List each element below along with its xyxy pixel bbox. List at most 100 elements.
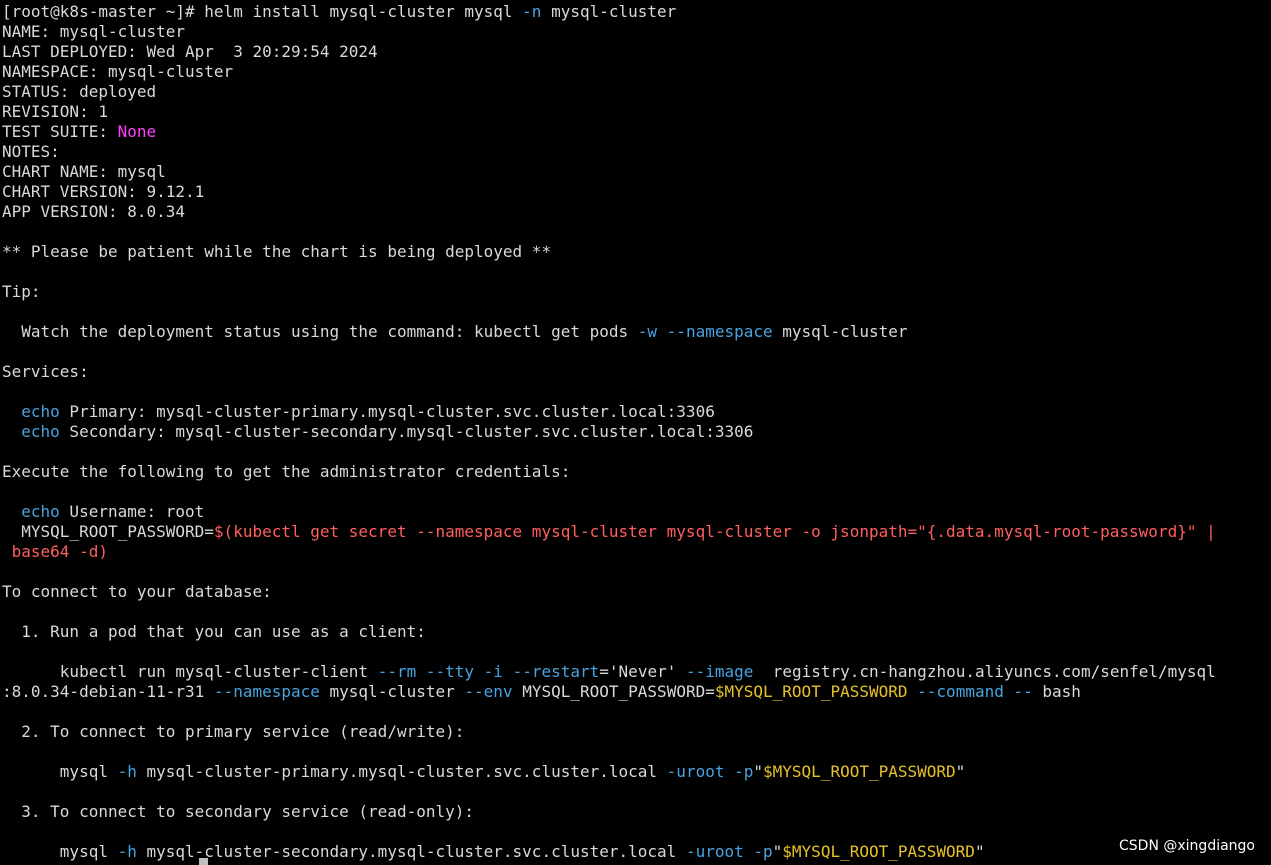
- terminal-line: MYSQL_ROOT_PASSWORD=$(kubectl get secret…: [2, 522, 1216, 542]
- terminal-text-segment: --rm: [377, 662, 417, 681]
- terminal-text-segment: --restart: [512, 662, 600, 681]
- terminal-line: CHART VERSION: 9.12.1: [2, 182, 204, 202]
- terminal-line: kubectl run mysql-cluster-client --rm --…: [2, 662, 1216, 682]
- terminal-text-segment: 3. To connect to secondary service (read…: [2, 802, 475, 821]
- terminal-text-segment: Services:: [2, 362, 89, 381]
- terminal-text-segment: -uroot: [685, 842, 744, 861]
- terminal-text-segment: --tty: [425, 662, 475, 681]
- terminal-text-segment: bash: [1032, 682, 1081, 701]
- terminal-text-segment: NOTES:: [2, 142, 60, 161]
- terminal-line: echo Secondary: mysql-cluster-secondary.…: [2, 422, 753, 442]
- terminal-text-segment: Watch the deployment status using the co…: [2, 322, 638, 341]
- terminal-text-segment: --namespace: [213, 682, 320, 701]
- terminal-text-segment: --image: [685, 662, 754, 681]
- terminal-text-segment: Tip:: [2, 282, 41, 301]
- terminal-text-segment: 2. To connect to primary service (read/w…: [2, 722, 465, 741]
- terminal-line: [root@k8s-master ~]# helm install mysql-…: [2, 2, 676, 22]
- terminal-line: base64 -d): [2, 542, 108, 562]
- terminal-text-segment: $MYSQL_ROOT_PASSWORD: [763, 762, 956, 781]
- terminal-text-segment: NAME: mysql-cluster: [2, 22, 186, 41]
- terminal-text-segment: --: [1013, 682, 1033, 701]
- terminal-text-segment: CHART NAME: mysql: [2, 162, 166, 181]
- terminal-text-segment: REVISION: 1: [2, 102, 108, 121]
- terminal-text-segment: -p: [753, 842, 773, 861]
- terminal-text-segment: APP VERSION: 8.0.34: [2, 202, 186, 221]
- terminal-text-segment: $MYSQL_ROOT_PASSWORD: [782, 842, 975, 861]
- terminal-text-segment: NAMESPACE: mysql-cluster: [2, 62, 234, 81]
- terminal-text-segment: echo: [21, 402, 60, 421]
- terminal-text-segment: mysql-cluster: [541, 2, 677, 21]
- terminal-window[interactable]: [root@k8s-master ~]# helm install mysql-…: [0, 0, 1271, 865]
- terminal-text-segment: ": [772, 842, 783, 861]
- terminal-text-segment: mysql: [2, 762, 118, 781]
- terminal-line: ** Please be patient while the chart is …: [2, 242, 551, 262]
- terminal-text-segment: ** Please be patient while the chart is …: [2, 242, 552, 261]
- terminal-text-segment: -i: [483, 662, 503, 681]
- terminal-line: CHART NAME: mysql: [2, 162, 166, 182]
- terminal-text-segment: -n: [522, 2, 542, 21]
- terminal-line: NAME: mysql-cluster: [2, 22, 185, 42]
- terminal-text-segment: ='Never': [599, 662, 686, 681]
- terminal-text-segment: Primary: mysql-cluster-primary.mysql-clu…: [59, 402, 715, 421]
- terminal-text-segment: 1. Run a pod that you can use as a clien…: [2, 622, 426, 641]
- text-cursor: [199, 858, 208, 865]
- terminal-text-segment: --namespace: [666, 322, 773, 341]
- terminal-line: echo Username: root: [2, 502, 204, 522]
- terminal-line: 3. To connect to secondary service (read…: [2, 802, 474, 822]
- terminal-text-segment: :8.0.34-debian-11-r31: [2, 682, 214, 701]
- terminal-text-segment: mysql: [2, 842, 118, 861]
- terminal-text-segment: -p: [734, 762, 754, 781]
- terminal-text-segment: STATUS: deployed: [2, 82, 157, 101]
- terminal-text-segment: None: [117, 122, 157, 141]
- terminal-line: LAST DEPLOYED: Wed Apr 3 20:29:54 2024: [2, 42, 378, 62]
- terminal-line: NOTES:: [2, 142, 60, 162]
- terminal-line: Services:: [2, 362, 89, 382]
- terminal-text-segment: --command: [917, 682, 1004, 701]
- terminal-text-segment: Execute the following to get the adminis…: [2, 462, 571, 481]
- terminal-line: Execute the following to get the adminis…: [2, 462, 570, 482]
- terminal-text-segment: [root@k8s-master ~]# helm install mysql-…: [2, 2, 523, 21]
- terminal-text-segment: registry.cn-hangzhou.aliyuncs.com/senfel…: [753, 662, 1216, 681]
- terminal-text-segment: -h: [117, 842, 137, 861]
- terminal-text-segment: TEST SUITE:: [2, 122, 118, 141]
- terminal-text-segment: Username: root: [59, 502, 205, 521]
- terminal-text-segment: -h: [117, 762, 137, 781]
- watermark: CSDN @xingdiango: [1119, 838, 1255, 854]
- terminal-text-segment: kubectl run mysql-cluster-client: [2, 662, 378, 681]
- terminal-line: REVISION: 1: [2, 102, 108, 122]
- terminal-text-segment: mysql-cluster-secondary.mysql-cluster.sv…: [136, 842, 686, 861]
- terminal-text-segment: echo: [21, 422, 60, 441]
- terminal-line: 2. To connect to primary service (read/w…: [2, 722, 464, 742]
- terminal-line: echo Primary: mysql-cluster-primary.mysq…: [2, 402, 715, 422]
- terminal-text-segment: To connect to your database:: [2, 582, 272, 601]
- terminal-text-segment: ": [955, 762, 966, 781]
- terminal-text-segment: $MYSQL_ROOT_PASSWORD: [714, 682, 908, 701]
- terminal-line: 1. Run a pod that you can use as a clien…: [2, 622, 426, 642]
- terminal-line: NAMESPACE: mysql-cluster: [2, 62, 233, 82]
- terminal-text-segment: LAST DEPLOYED: Wed Apr 3 20:29:54 2024: [2, 42, 378, 61]
- terminal-line: Watch the deployment status using the co…: [2, 322, 908, 342]
- terminal-text-segment: MYSQL_ROOT_PASSWORD=: [512, 682, 715, 701]
- terminal-text-segment: -w: [637, 322, 658, 341]
- terminal-text-segment: ": [753, 762, 764, 781]
- terminal-text-segment: MYSQL_ROOT_PASSWORD=: [2, 522, 214, 541]
- terminal-text-segment: -uroot: [666, 762, 725, 781]
- terminal-text-segment: mysql-cluster: [772, 322, 908, 341]
- terminal-text-segment: $(kubectl get secret --namespace mysql-c…: [213, 522, 1216, 541]
- terminal-text-segment: mysql-cluster: [319, 682, 465, 701]
- terminal-line: mysql -h mysql-cluster-secondary.mysql-c…: [2, 842, 985, 862]
- terminal-line: TEST SUITE: None: [2, 122, 156, 142]
- terminal-text-segment: mysql-cluster-primary.mysql-cluster.svc.…: [136, 762, 667, 781]
- terminal-line: :8.0.34-debian-11-r31 --namespace mysql-…: [2, 682, 1081, 702]
- terminal-text-segment: echo: [21, 502, 60, 521]
- terminal-text-segment: CHART VERSION: 9.12.1: [2, 182, 205, 201]
